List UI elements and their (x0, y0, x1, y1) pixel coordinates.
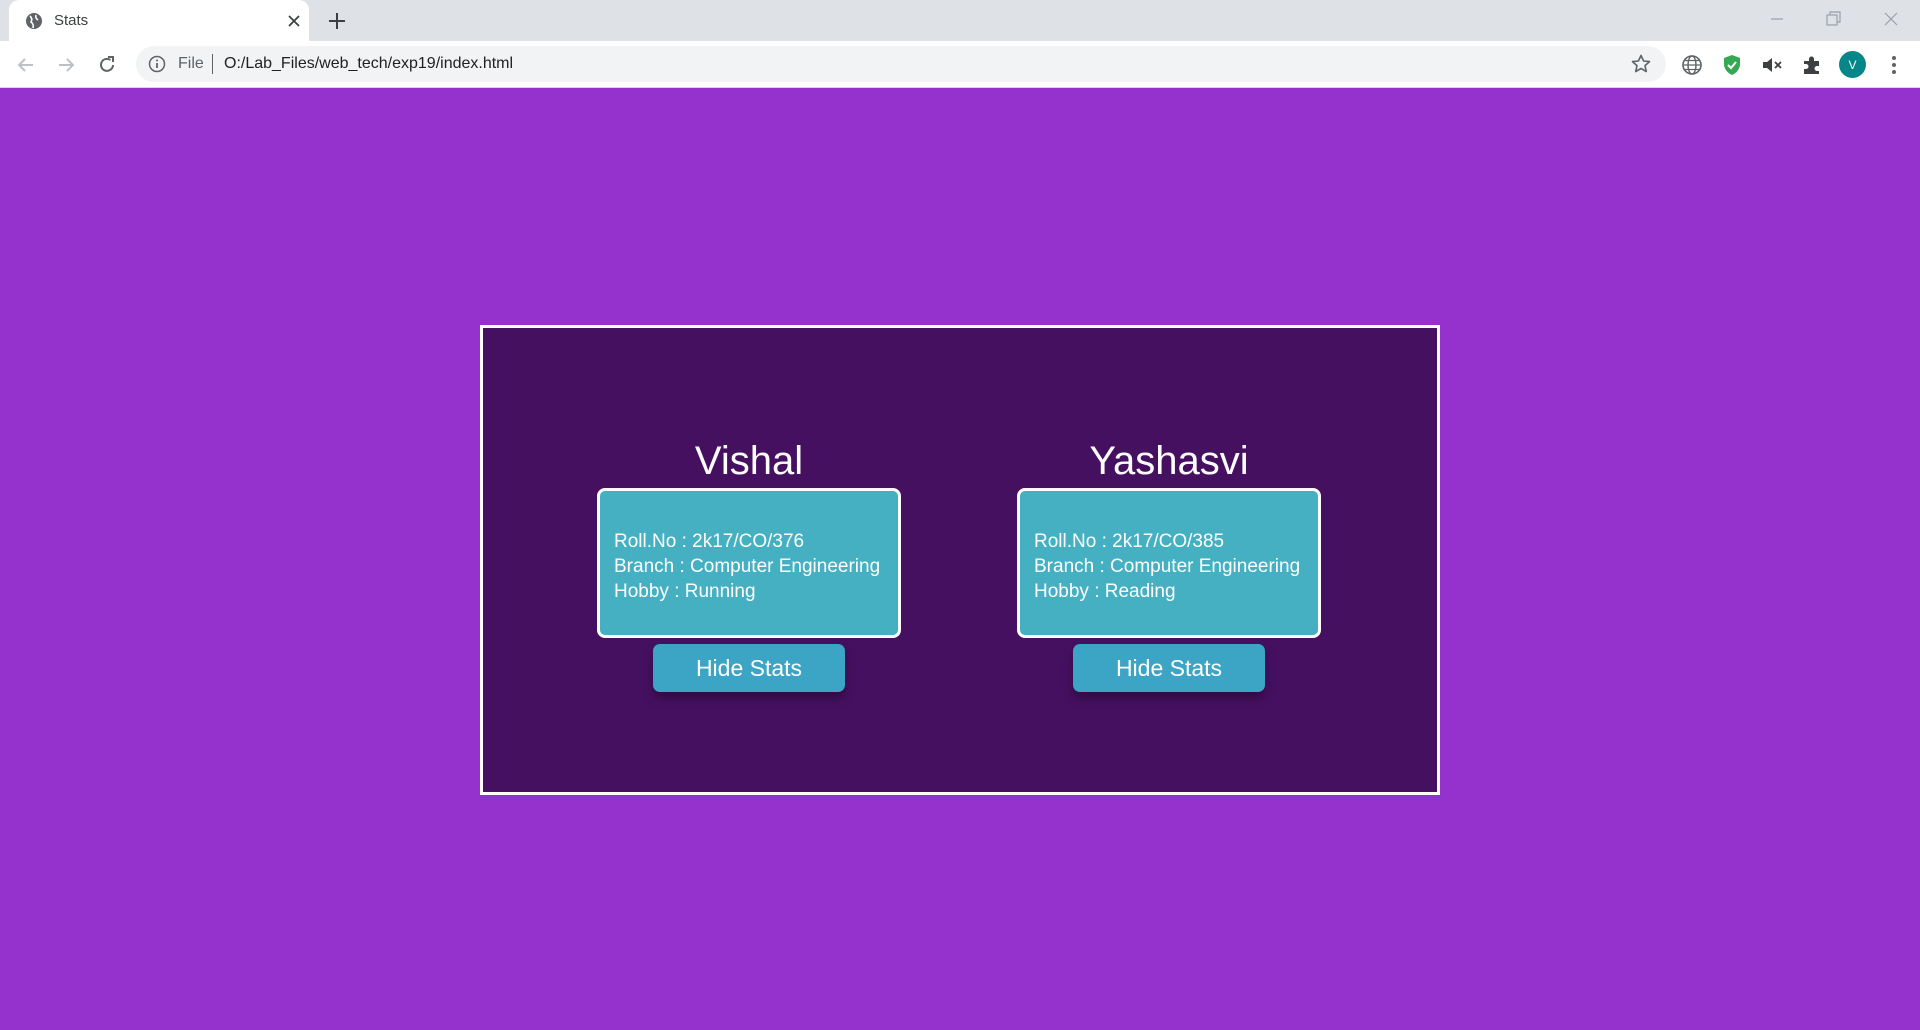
browser-toolbar: File O:/Lab_Files/web_tech/exp19/index.h… (0, 41, 1920, 88)
hide-stats-button[interactable]: Hide Stats (653, 644, 845, 692)
stats-container: Vishal Roll.No : 2k17/CO/376 Branch : Co… (480, 325, 1440, 795)
extensions-puzzle-icon[interactable] (1800, 53, 1824, 77)
person-card-vishal: Vishal Roll.No : 2k17/CO/376 Branch : Co… (597, 438, 901, 692)
url-text[interactable]: O:/Lab_Files/web_tech/exp19/index.html (224, 55, 513, 73)
close-icon[interactable] (285, 12, 303, 30)
tab-title: Stats (54, 12, 89, 29)
info-icon[interactable] (148, 55, 166, 73)
person-name: Vishal (694, 439, 804, 483)
close-window-icon[interactable] (1880, 8, 1902, 30)
tab-stats[interactable]: Stats (9, 0, 309, 41)
mute-icon[interactable] (1760, 53, 1784, 77)
back-icon[interactable] (14, 53, 38, 77)
roll-number: Roll.No : 2k17/CO/385 (1034, 531, 1225, 552)
person-card-yashasvi: Yashasvi Roll.No : 2k17/CO/385 Branch : … (1017, 438, 1321, 692)
scheme-label: File (178, 55, 204, 72)
globe-icon (26, 13, 42, 29)
stats-box: Roll.No : 2k17/CO/385 Branch : Computer … (1017, 488, 1321, 638)
hide-stats-button[interactable]: Hide Stats (1073, 644, 1265, 692)
branch: Branch : Computer Engineering (1034, 556, 1301, 577)
bookmark-star-icon[interactable] (1630, 53, 1652, 75)
more-menu-icon[interactable] (1882, 53, 1906, 77)
reload-icon[interactable] (95, 53, 119, 77)
restore-icon[interactable] (1822, 8, 1844, 30)
translate-globe-icon[interactable] (1680, 53, 1704, 77)
person-name: Yashasvi (1089, 439, 1249, 483)
omnibox-divider (212, 54, 213, 74)
hobby: Hobby : Running (614, 581, 756, 602)
branch: Branch : Computer Engineering (614, 556, 881, 577)
address-bar[interactable]: File O:/Lab_Files/web_tech/exp19/index.h… (136, 46, 1666, 82)
shield-check-icon[interactable] (1720, 53, 1744, 77)
tab-strip: Stats (0, 0, 1920, 41)
hobby: Hobby : Reading (1034, 581, 1176, 602)
roll-number: Roll.No : 2k17/CO/376 (614, 531, 805, 552)
new-tab-icon[interactable] (326, 10, 348, 32)
minimize-icon[interactable] (1766, 8, 1788, 30)
forward-icon[interactable] (54, 53, 78, 77)
profile-avatar[interactable]: V (1839, 51, 1866, 78)
stats-box: Roll.No : 2k17/CO/376 Branch : Computer … (597, 488, 901, 638)
